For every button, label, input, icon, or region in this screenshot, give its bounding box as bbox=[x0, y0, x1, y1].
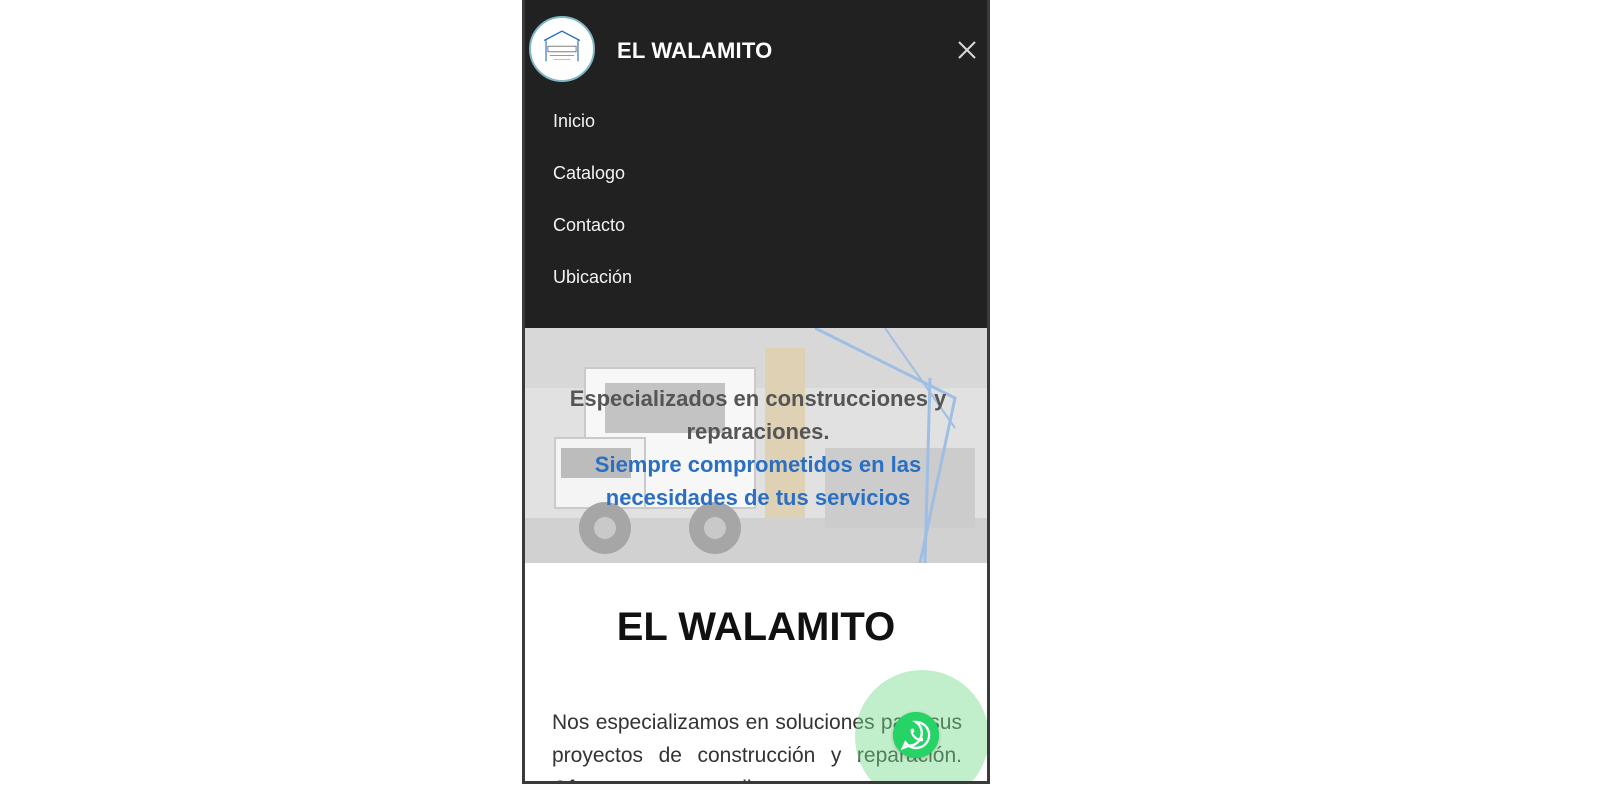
nav-item-catalogo[interactable]: Catalogo bbox=[553, 158, 632, 210]
brand-name[interactable]: EL WALAMITO bbox=[617, 38, 772, 64]
brand-logo[interactable] bbox=[529, 16, 595, 82]
nav-item-ubicacion[interactable]: Ubicación bbox=[553, 262, 632, 314]
hero-text: Especializados en construcciones y repar… bbox=[535, 382, 981, 514]
mobile-viewport: EL WALAMITO Inicio Catalogo Contacto Ubi… bbox=[522, 0, 990, 784]
nav-item-contacto[interactable]: Contacto bbox=[553, 210, 632, 262]
brand-row: EL WALAMITO bbox=[529, 16, 977, 84]
page-title: EL WALAMITO bbox=[616, 605, 896, 649]
logo-emblem-icon bbox=[533, 20, 591, 78]
main-nav: Inicio Catalogo Contacto Ubicación bbox=[553, 106, 632, 314]
whatsapp-button[interactable] bbox=[893, 712, 939, 758]
nav-drawer: EL WALAMITO Inicio Catalogo Contacto Ubi… bbox=[525, 0, 987, 328]
close-menu-button[interactable] bbox=[955, 38, 979, 62]
whatsapp-icon bbox=[893, 712, 939, 758]
nav-item-inicio[interactable]: Inicio bbox=[553, 106, 632, 158]
hero-subheadline: Siempre comprometidos en las necesidades… bbox=[594, 452, 922, 510]
hero-banner: Especializados en construcciones y repar… bbox=[525, 328, 987, 563]
close-icon bbox=[958, 41, 976, 59]
hero-headline: Especializados en construcciones y repar… bbox=[569, 386, 947, 444]
